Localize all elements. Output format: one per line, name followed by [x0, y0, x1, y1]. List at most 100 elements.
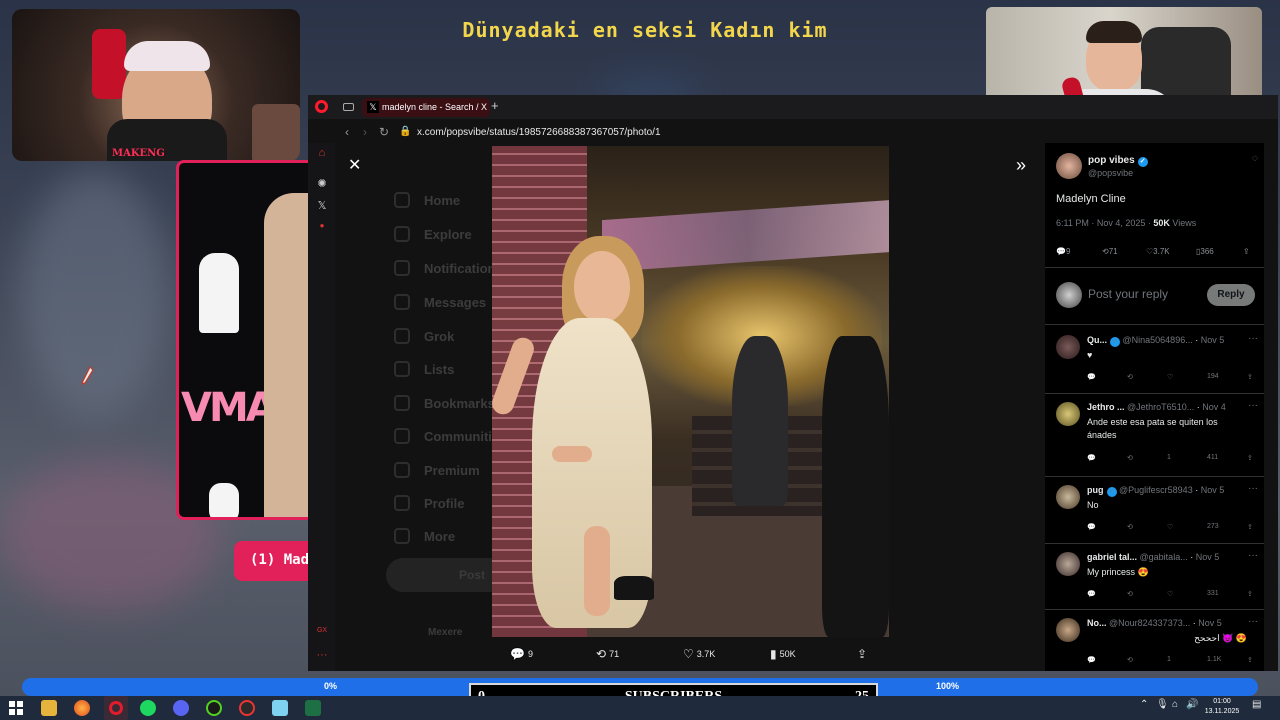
- like-count[interactable]: ♡ 3.7K: [1146, 247, 1170, 256]
- more-options-icon[interactable]: ···: [1248, 400, 1258, 411]
- reply-icon[interactable]: 💬: [1087, 590, 1096, 598]
- browser-tab-active[interactable]: 𝕏 madelyn cline - Search / X: [362, 98, 490, 117]
- heart-icon[interactable]: ♡: [1167, 590, 1173, 598]
- url-text[interactable]: x.com/popsvibe/status/198572668838736705…: [417, 127, 661, 138]
- more-options-icon[interactable]: ···: [1248, 483, 1258, 494]
- reply-avatar[interactable]: [1056, 552, 1080, 576]
- more-options-icon[interactable]: ···: [1248, 550, 1258, 561]
- reply-count[interactable]: 💬 9: [1056, 247, 1070, 256]
- reply-input[interactable]: Post your reply: [1088, 287, 1168, 301]
- reply-action[interactable]: 💬 9: [510, 647, 533, 661]
- reply-avatar[interactable]: [1056, 402, 1080, 426]
- like-count[interactable]: 1: [1167, 656, 1171, 663]
- grok-icon[interactable]: ◌: [1252, 153, 1258, 164]
- repost-icon[interactable]: ⟲: [1127, 523, 1133, 531]
- youtube-sidebar-icon[interactable]: ●: [315, 221, 329, 235]
- spotify-icon[interactable]: [140, 700, 156, 716]
- repost-icon: ⟲: [596, 647, 607, 661]
- nav-profile: Profile: [424, 496, 465, 511]
- windows-start-icon[interactable]: [8, 700, 24, 716]
- notepad-icon[interactable]: [272, 700, 288, 716]
- share-icon[interactable]: ⇪: [1247, 590, 1253, 598]
- discord-icon[interactable]: [173, 700, 189, 716]
- opera-taskbar-icon[interactable]: [104, 696, 128, 720]
- chart-icon: ▮: [770, 647, 777, 661]
- reply-button[interactable]: Reply: [1207, 284, 1255, 306]
- notifications-icon[interactable]: ▤: [1252, 699, 1261, 710]
- network-icon[interactable]: ⌂: [1172, 699, 1178, 710]
- like-action[interactable]: ♡ 3.7K: [683, 647, 715, 661]
- reply-header: Qu... ✓ @Nina5064896... · Nov 5: [1087, 335, 1225, 347]
- reply-text: My princess 😍: [1087, 567, 1149, 577]
- share-icon[interactable]: ⇪: [1243, 247, 1250, 256]
- repost-count[interactable]: ⟲ 71: [1102, 247, 1118, 256]
- reply-icon[interactable]: 💬: [1087, 656, 1096, 664]
- views-count[interactable]: 1.1K: [1207, 656, 1221, 663]
- reply-item[interactable]: Qu... ✓ @Nina5064896... · Nov 5 ··· ♥ 💬 ⟲ ♡…: [1045, 327, 1264, 393]
- chevron-right-icon[interactable]: »: [1016, 155, 1026, 176]
- bystander-woman: [732, 336, 788, 506]
- share-icon[interactable]: ⇪: [1247, 454, 1253, 462]
- firefox-icon[interactable]: [74, 700, 90, 716]
- reply-icon[interactable]: 💬: [1087, 373, 1096, 381]
- photographer: [822, 336, 889, 637]
- author-handle[interactable]: @popsvibe: [1088, 168, 1133, 178]
- reply-icon[interactable]: 💬: [1087, 454, 1096, 462]
- tray-chevron-icon[interactable]: ⌃: [1140, 699, 1148, 710]
- repost-icon[interactable]: ⟲: [1127, 454, 1133, 462]
- views-action[interactable]: ▮ 50K: [770, 647, 796, 661]
- x-sidebar-icon[interactable]: 𝕏: [315, 199, 329, 213]
- repost-icon[interactable]: ⟲: [1127, 656, 1133, 664]
- repost-action[interactable]: ⟲ 71: [596, 647, 619, 661]
- share-icon[interactable]: ⇪: [1247, 373, 1253, 381]
- like-count[interactable]: 1: [1167, 454, 1171, 461]
- pink-awning: [602, 199, 889, 273]
- gx-icon[interactable]: GX: [315, 627, 329, 641]
- repost-icon[interactable]: ⟲: [1127, 590, 1133, 598]
- author-name[interactable]: pop vibes ✓: [1088, 155, 1148, 167]
- home-icon: [394, 192, 410, 208]
- reply-item[interactable]: gabriel tal... @gabitala... · Nov 5 ··· …: [1045, 544, 1264, 610]
- heart-icon[interactable]: ♡: [1167, 523, 1173, 531]
- reply-avatar[interactable]: [1056, 485, 1080, 509]
- system-clock[interactable]: 01:00 13.11.2025: [1200, 697, 1244, 717]
- author-avatar[interactable]: [1056, 153, 1082, 179]
- heart-icon[interactable]: ♡: [1167, 373, 1173, 381]
- views-count[interactable]: 194: [1207, 373, 1219, 380]
- volume-icon[interactable]: 🔊: [1186, 699, 1198, 710]
- tab-islands-icon[interactable]: [343, 103, 354, 111]
- obs-icon[interactable]: [239, 700, 255, 716]
- reply-avatar[interactable]: [1056, 618, 1080, 642]
- reply-item[interactable]: Jethro ... @JethroT6510... · Nov 4 ··· A…: [1045, 394, 1264, 476]
- views-count[interactable]: 273: [1207, 523, 1219, 530]
- close-icon[interactable]: ✕: [348, 155, 361, 175]
- more-options-icon[interactable]: ···: [1248, 616, 1258, 627]
- grok-icon: [394, 328, 410, 344]
- share-action[interactable]: ⇪: [857, 647, 870, 661]
- post-detail-panel: pop vibes ✓ @popsvibe ◌ Madelyn Cline 6:1…: [1045, 143, 1264, 671]
- bookmark-count[interactable]: ▯ 366: [1196, 247, 1214, 256]
- reply-item[interactable]: No... @Nour824337373... · Nov 5 ··· اححح…: [1045, 610, 1264, 671]
- new-tab-button[interactable]: +: [491, 98, 499, 113]
- chatgpt-icon[interactable]: ✺: [315, 177, 329, 191]
- reply-item[interactable]: pug ✓ @Puglifescr58943 · Nov 5 ··· No 💬 ⟲ ♡…: [1045, 477, 1264, 543]
- file-explorer-icon[interactable]: [41, 700, 57, 716]
- reload-icon[interactable]: ↻: [379, 125, 389, 139]
- back-icon[interactable]: ‹: [345, 125, 349, 139]
- opera-logo-icon[interactable]: [315, 100, 328, 113]
- more-sidebar-icon[interactable]: ···: [315, 649, 329, 663]
- aria-icon[interactable]: ⌂: [315, 147, 329, 161]
- pen-cursor-icon: [81, 366, 94, 385]
- repost-icon[interactable]: ⟲: [1127, 373, 1133, 381]
- views-count[interactable]: 331: [1207, 590, 1219, 597]
- share-icon[interactable]: ⇪: [1247, 523, 1253, 531]
- app-green-icon[interactable]: [206, 700, 222, 716]
- share-icon[interactable]: ⇪: [1247, 656, 1253, 664]
- more-options-icon[interactable]: ···: [1248, 333, 1258, 344]
- reply-icon[interactable]: 💬: [1087, 523, 1096, 531]
- forward-icon[interactable]: ›: [363, 125, 367, 139]
- microphone-tray-icon[interactable]: 🎙: [1156, 699, 1169, 710]
- excel-icon[interactable]: [305, 700, 321, 716]
- views-count[interactable]: 411: [1207, 454, 1218, 461]
- reply-avatar[interactable]: [1056, 335, 1080, 359]
